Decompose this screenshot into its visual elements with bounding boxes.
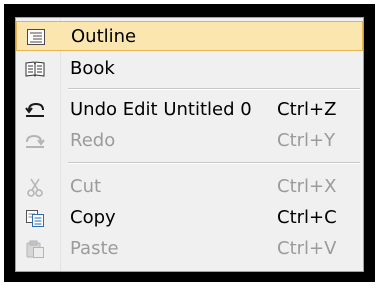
menu-item-shortcut: Ctrl+C [277, 207, 337, 228]
menu-item-shortcut: Ctrl+Y [277, 130, 336, 151]
undo-icon [25, 102, 44, 117]
context-menu: Outline Book Undo Edit Untitled 0 Ctrl+Z… [4, 4, 375, 282]
menu-item-outline[interactable]: Outline [16, 21, 363, 51]
menu-item-shortcut: Ctrl+V [277, 238, 337, 259]
screenshot: Outline Book Undo Edit Untitled 0 Ctrl+Z… [0, 0, 383, 289]
menu-item-book[interactable]: Book [16, 54, 363, 84]
book-icon [25, 61, 45, 77]
outline-icon [27, 29, 45, 45]
scissors-icon [27, 178, 43, 197]
menu-item-shortcut: Ctrl+X [277, 176, 337, 197]
menu-item-cut[interactable]: Cut Ctrl+X [16, 172, 363, 202]
menu-separator [68, 162, 360, 164]
redo-icon [26, 134, 45, 148]
menu-item-label: Redo [70, 130, 116, 151]
menu-item-label: Paste [70, 238, 119, 259]
context-menu-body: Outline Book Undo Edit Untitled 0 Ctrl+Z… [15, 17, 364, 272]
menu-item-shortcut: Ctrl+Z [277, 99, 337, 120]
menu-item-label: Undo Edit Untitled 0 [70, 99, 252, 120]
menu-item-label: Cut [70, 176, 102, 197]
menu-item-label: Book [70, 58, 115, 79]
menu-item-paste[interactable]: Paste Ctrl+V [16, 234, 363, 264]
menu-item-undo[interactable]: Undo Edit Untitled 0 Ctrl+Z [16, 95, 363, 125]
copy-icon [26, 210, 44, 227]
menu-separator [68, 88, 360, 90]
menu-item-label: Outline [71, 26, 137, 47]
menu-item-redo[interactable]: Redo Ctrl+Y [16, 126, 363, 156]
menu-item-copy[interactable]: Copy Ctrl+C [16, 203, 363, 233]
paste-icon [26, 240, 44, 258]
menu-item-label: Copy [70, 207, 116, 228]
